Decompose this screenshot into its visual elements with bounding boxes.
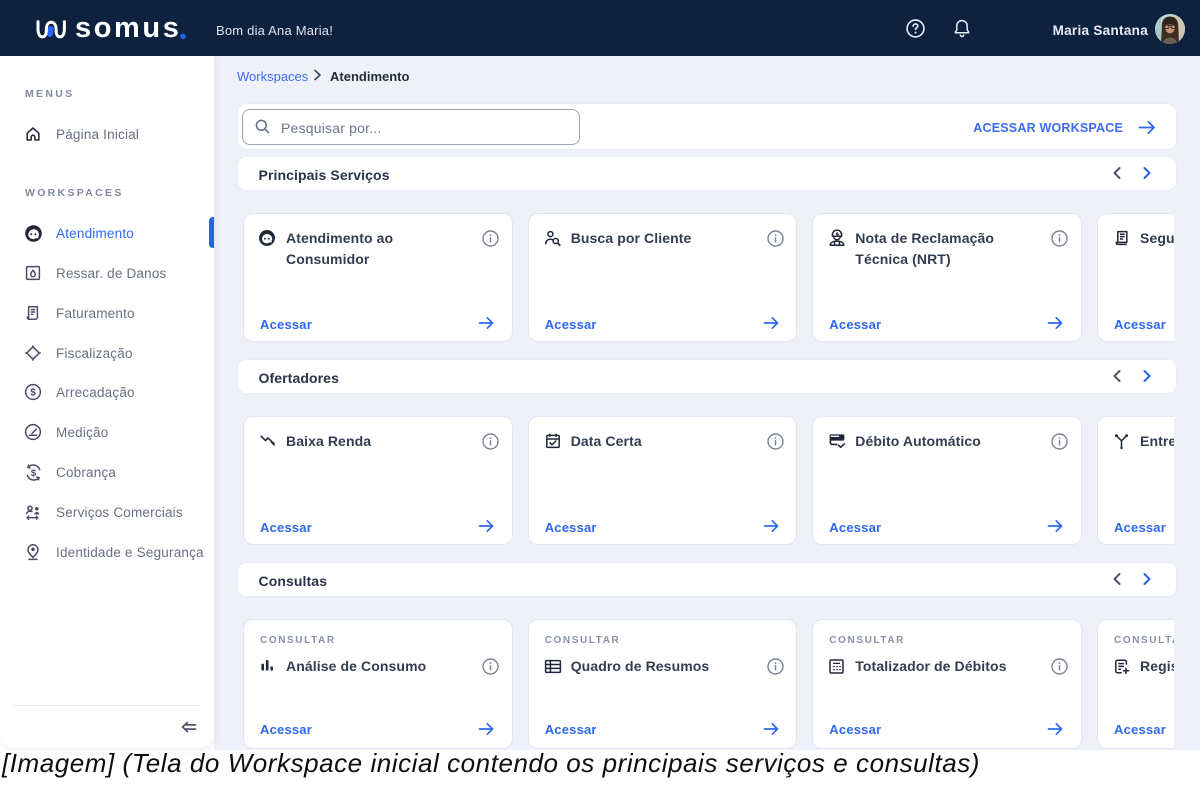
svg-text:$: $ [30,388,36,399]
svg-text:$: $ [31,467,37,478]
svg-text:somus: somus [75,14,181,44]
